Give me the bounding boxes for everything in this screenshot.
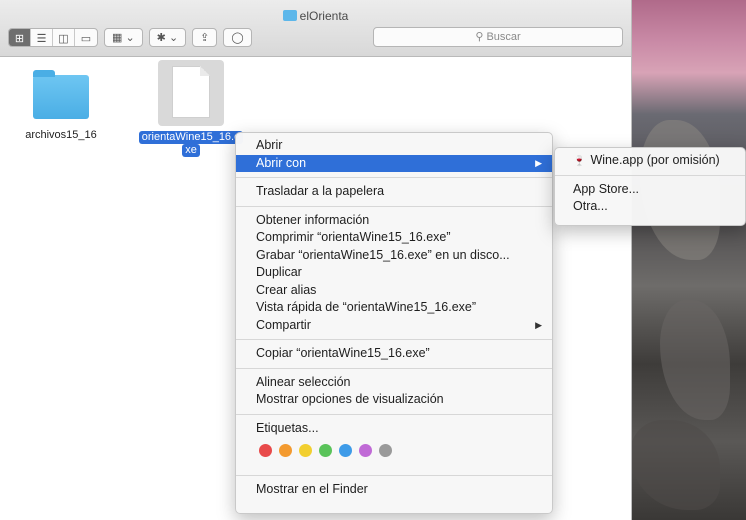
menu-item-show-in-finder[interactable]: Mostrar en el Finder xyxy=(236,481,552,499)
arrange-icon: ▦ ⌄ xyxy=(112,31,135,44)
tag-color-dot[interactable] xyxy=(279,444,292,457)
folder-label: archivos15_16 xyxy=(25,129,97,141)
action-button[interactable]: ✱ ⌄ xyxy=(148,27,187,47)
wallpaper-rock xyxy=(630,420,720,510)
tag-color-dot[interactable] xyxy=(339,444,352,457)
tag-color-row xyxy=(236,437,552,461)
folder-icon xyxy=(282,10,297,21)
desktop-wallpaper xyxy=(630,0,746,520)
file-label-line1: orientaWine15_16.e xyxy=(138,131,244,144)
menu-item-burn-to-disc[interactable]: Grabar “orientaWine15_16.exe” en un disc… xyxy=(236,247,552,265)
file-label-line2: xe xyxy=(182,144,200,157)
folder-icon xyxy=(33,70,89,119)
search-icon: ⚲ xyxy=(475,31,484,43)
window-title: elOrienta xyxy=(0,9,631,23)
folder-item[interactable]: archivos15_16 xyxy=(18,70,104,141)
menu-item-make-alias[interactable]: Crear alias xyxy=(236,282,552,300)
menu-separator xyxy=(236,205,552,207)
menu-item-label: Compartir xyxy=(256,317,311,332)
menu-separator xyxy=(236,475,552,476)
wine-icon: 🍷 xyxy=(573,156,586,167)
list-view-icon[interactable]: ☰ xyxy=(31,28,53,46)
window-title-text: elOrienta xyxy=(299,9,349,23)
menu-item-compress[interactable]: Comprimir “orientaWine15_16.exe” xyxy=(236,229,552,247)
menu-separator xyxy=(236,367,552,369)
menu-item-open[interactable]: Abrir xyxy=(236,137,552,155)
search-placeholder: Buscar xyxy=(486,31,521,43)
tag-icon: ◯ xyxy=(231,31,244,44)
tag-color-dot[interactable] xyxy=(319,444,332,457)
open-with-submenu: 🍷 Wine.app (por omisión) App Store... Ot… xyxy=(554,147,746,226)
menu-item-copy[interactable]: Copiar “orientaWine15_16.exe” xyxy=(236,345,552,363)
menu-item-quick-look[interactable]: Vista rápida de “orientaWine15_16.exe” xyxy=(236,299,552,317)
share-button[interactable]: ⇪ xyxy=(192,27,218,47)
toolbar: ⊞ ☰ ◫ ▭ ▦ ⌄ ✱ ⌄ ⇪ ◯ xyxy=(8,27,252,47)
menu-item-get-info[interactable]: Obtener información xyxy=(236,212,552,230)
submenu-item-wine[interactable]: 🍷 Wine.app (por omisión) xyxy=(555,152,745,170)
wallpaper-rock xyxy=(660,300,730,420)
submenu-arrow-icon: ▶ xyxy=(535,319,542,330)
column-view-icon[interactable]: ◫ xyxy=(53,28,75,46)
arrange-button[interactable]: ▦ ⌄ xyxy=(104,27,143,47)
file-icon-selection xyxy=(158,60,224,126)
submenu-item-other[interactable]: Otra... xyxy=(555,198,745,216)
menu-item-move-to-trash[interactable]: Trasladar a la papelera xyxy=(236,183,552,201)
gear-icon: ✱ ⌄ xyxy=(156,31,179,44)
tags-button[interactable]: ◯ xyxy=(223,27,252,47)
submenu-item-label: Wine.app (por omisión) xyxy=(590,153,720,167)
menu-item-duplicate[interactable]: Duplicar xyxy=(236,264,552,282)
menu-item-clean-up-selection[interactable]: Alinear selección xyxy=(236,374,552,392)
context-menu: Abrir Abrir con ▶ Trasladar a la papeler… xyxy=(235,132,553,514)
document-icon xyxy=(172,66,210,118)
submenu-item-app-store[interactable]: App Store... xyxy=(555,181,745,199)
tag-color-dot[interactable] xyxy=(359,444,372,457)
tag-color-dot[interactable] xyxy=(299,444,312,457)
tag-color-dot[interactable] xyxy=(259,444,272,457)
menu-separator xyxy=(236,339,552,340)
menu-separator xyxy=(236,177,552,178)
tag-color-dot[interactable] xyxy=(379,444,392,457)
menu-separator xyxy=(236,413,552,415)
coverflow-view-icon[interactable]: ▭ xyxy=(75,29,97,46)
menu-item-share[interactable]: Compartir ▶ xyxy=(236,317,552,335)
menu-item-label: Abrir con xyxy=(256,155,307,170)
search-input[interactable]: ⚲ Buscar xyxy=(373,27,623,47)
icon-view-icon[interactable]: ⊞ xyxy=(9,28,31,46)
share-icon: ⇪ xyxy=(200,31,210,44)
menu-item-show-view-options[interactable]: Mostrar opciones de visualización xyxy=(236,391,552,409)
menu-separator xyxy=(555,174,745,176)
menu-item-tags[interactable]: Etiquetas... xyxy=(236,420,552,438)
window-titlebar: elOrienta ⊞ ☰ ◫ ▭ ▦ ⌄ ✱ ⌄ ⇪ ◯ ⚲ Buscar xyxy=(0,0,631,57)
menu-item-open-with[interactable]: Abrir con ▶ xyxy=(236,154,552,172)
view-mode-segmented: ⊞ ☰ ◫ ▭ xyxy=(8,27,98,47)
submenu-arrow-icon: ▶ xyxy=(535,157,542,168)
